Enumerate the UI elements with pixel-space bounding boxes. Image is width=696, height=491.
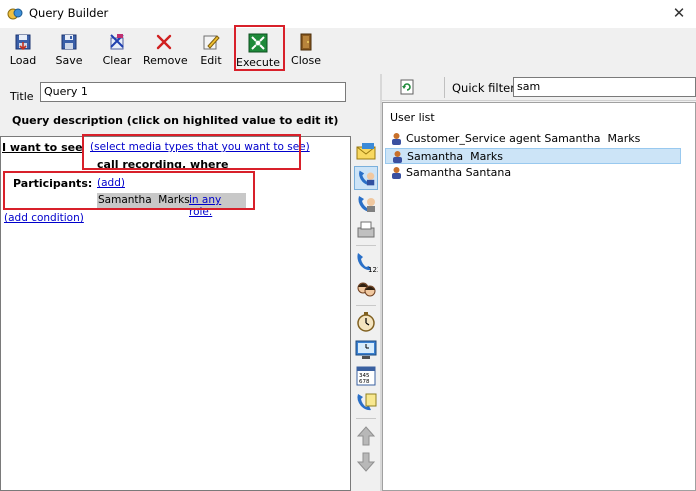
toolbar: Load Save Clear Remove Edit Execute Clos… <box>0 29 696 74</box>
clear-icon <box>110 34 124 50</box>
svg-text:678: 678 <box>359 379 370 385</box>
edit-button-label: Edit <box>200 54 222 67</box>
fax-icon[interactable] <box>354 218 378 242</box>
title-input[interactable]: Query 1 <box>40 82 346 102</box>
quick-filter-input[interactable]: sam <box>513 77 696 97</box>
save-button-label: Save <box>55 54 83 67</box>
add-condition-link[interactable]: (add condition) <box>4 212 84 224</box>
remove-button-label: Remove <box>143 54 188 67</box>
call-recording-icon <box>359 170 375 186</box>
phone-note-icon[interactable] <box>354 390 378 414</box>
user-name: Customer_Service agent Samantha Marks <box>406 132 641 145</box>
user-list: User list Customer_Service agent Samanth… <box>382 102 696 491</box>
edit-button[interactable]: Edit <box>198 33 224 71</box>
quick-filter-label: Quick filter <box>452 81 515 95</box>
stopwatch-icon[interactable] <box>354 310 378 334</box>
save-button[interactable]: Save <box>54 33 84 71</box>
load-icon <box>15 34 31 51</box>
close-window-button[interactable]: ✕ <box>668 2 690 24</box>
phone-number-icon[interactable]: 123 <box>354 250 378 274</box>
title-label: Title <box>10 90 34 103</box>
remove-button[interactable]: Remove <box>143 33 188 71</box>
arrow-up-icon[interactable] <box>354 424 378 448</box>
window-title: Query Builder <box>29 6 109 20</box>
user-name: Samantha Santana <box>406 166 512 179</box>
list-item[interactable]: Samantha Santana <box>385 165 681 181</box>
calendar-icon[interactable]: 345 678 <box>354 364 378 388</box>
person-icon <box>393 151 402 163</box>
refresh-icon <box>400 79 414 95</box>
chat-users-icon[interactable] <box>354 278 378 302</box>
user-list-header: User list <box>390 111 435 124</box>
monitor-clock-icon[interactable] <box>354 338 378 362</box>
edit-icon <box>203 35 220 50</box>
list-item-selected[interactable]: Samantha Marks <box>385 148 681 164</box>
title-bar: Query Builder ✕ <box>0 0 696 28</box>
close-button-label: Close <box>291 54 321 67</box>
arrow-down-icon[interactable] <box>354 450 378 474</box>
user-panel: Quick filter sam User list Customer_Serv… <box>382 74 696 491</box>
media-type-sidebar: 123 345 678 <box>352 136 380 491</box>
list-item[interactable]: Customer_Service agent Samantha Marks <box>385 131 681 147</box>
clear-button-label: Clear <box>102 54 132 67</box>
email-icon[interactable] <box>354 140 378 164</box>
person-icon <box>392 133 401 145</box>
phone-agent-icon[interactable] <box>354 192 378 216</box>
svg-text:123: 123 <box>368 266 378 274</box>
save-icon <box>61 34 77 50</box>
participants-highlight-box <box>3 171 255 210</box>
media-types-highlight-box <box>82 134 301 170</box>
i-want-to-see-label: I want to see <box>2 141 83 154</box>
sidebar-separator <box>356 245 376 246</box>
sidebar-separator <box>356 418 376 419</box>
execute-highlight-box <box>234 25 285 71</box>
close-button[interactable]: Close <box>291 33 321 71</box>
door-icon <box>300 33 312 51</box>
query-description-heading: Query description (click on highlited va… <box>12 114 339 127</box>
query-builder-window: Query Builder ✕ Load Save Clear Remove E… <box>0 0 696 491</box>
clear-button[interactable]: Clear <box>102 33 132 71</box>
user-name: Samantha Marks <box>407 150 504 163</box>
call-recording-selected[interactable] <box>354 166 378 190</box>
load-button[interactable]: Load <box>8 33 38 71</box>
refresh-button[interactable] <box>396 77 418 97</box>
person-icon <box>392 167 401 179</box>
load-button-label: Load <box>9 54 37 67</box>
sidebar-separator <box>356 305 376 306</box>
filter-bar: Quick filter sam <box>382 74 696 101</box>
remove-icon <box>156 34 172 50</box>
toolbar-divider <box>444 77 445 98</box>
app-icon <box>7 8 23 20</box>
